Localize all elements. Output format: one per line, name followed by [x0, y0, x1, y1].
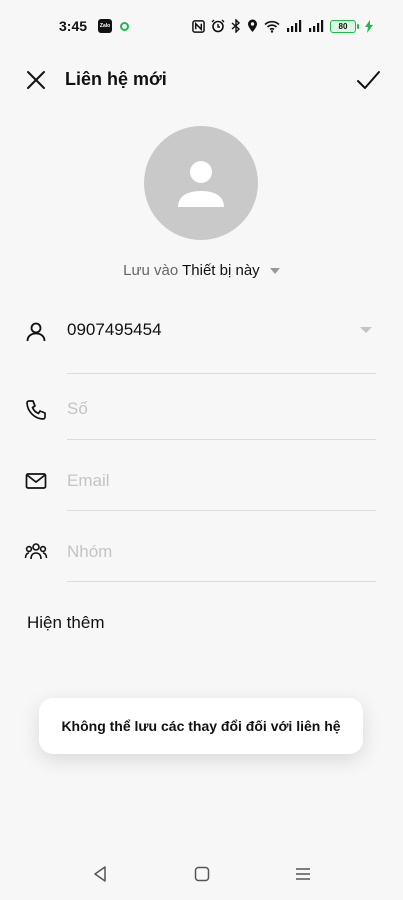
signal-icon — [287, 20, 302, 32]
alarm-icon — [211, 19, 225, 33]
save-to-label: Lưu vào — [123, 262, 179, 279]
bluetooth-icon — [231, 19, 241, 33]
wifi-icon — [264, 20, 280, 33]
phone-field-row[interactable]: Số — [0, 368, 403, 440]
green-dot-icon — [120, 21, 130, 31]
chevron-down-icon — [269, 268, 280, 275]
name-field-row[interactable]: 0907495454 — [0, 302, 403, 374]
header: Liên hệ mới — [0, 58, 403, 102]
phone-icon — [26, 400, 46, 420]
close-icon[interactable] — [24, 68, 48, 92]
email-field[interactable]: Email — [67, 471, 110, 491]
save-to-device: Thiết bị này — [182, 262, 260, 279]
group-field[interactable]: Nhóm — [67, 542, 112, 562]
contact-avatar[interactable] — [144, 126, 258, 240]
charging-icon — [365, 19, 373, 33]
battery-icon: 80 — [330, 19, 359, 33]
group-field-row[interactable]: Nhóm — [0, 510, 403, 582]
status-icons: 80 — [192, 19, 373, 33]
divider — [67, 581, 376, 582]
name-field[interactable]: 0907495454 — [67, 320, 162, 340]
home-icon[interactable] — [192, 864, 212, 884]
show-more-button[interactable]: Hiện thêm — [27, 613, 104, 633]
person-icon — [26, 322, 46, 342]
checkmark-icon[interactable] — [355, 67, 381, 93]
location-icon — [248, 19, 257, 32]
signal-icon-2 — [309, 20, 324, 32]
status-time: 3:45 — [59, 18, 88, 34]
group-icon — [24, 543, 48, 560]
chevron-down-icon[interactable] — [360, 327, 372, 333]
navigation-bar — [0, 858, 403, 892]
zalo-icon: Zalo — [98, 19, 113, 33]
save-to-selector[interactable]: Lưu vào Thiết bị này — [0, 262, 403, 279]
person-avatar-icon — [178, 161, 224, 207]
status-bar: 3:45 Zalo 80 — [0, 0, 403, 52]
email-field-row[interactable]: Email — [0, 439, 403, 511]
toast-message: Không thể lưu các thay đổi đối với liên … — [39, 698, 363, 754]
page-title: Liên hệ mới — [65, 69, 167, 89]
phone-field[interactable]: Số — [67, 399, 88, 419]
mail-icon — [25, 473, 47, 489]
back-icon[interactable] — [90, 864, 110, 884]
menu-icon[interactable] — [293, 864, 313, 884]
nfc-icon — [192, 19, 205, 33]
